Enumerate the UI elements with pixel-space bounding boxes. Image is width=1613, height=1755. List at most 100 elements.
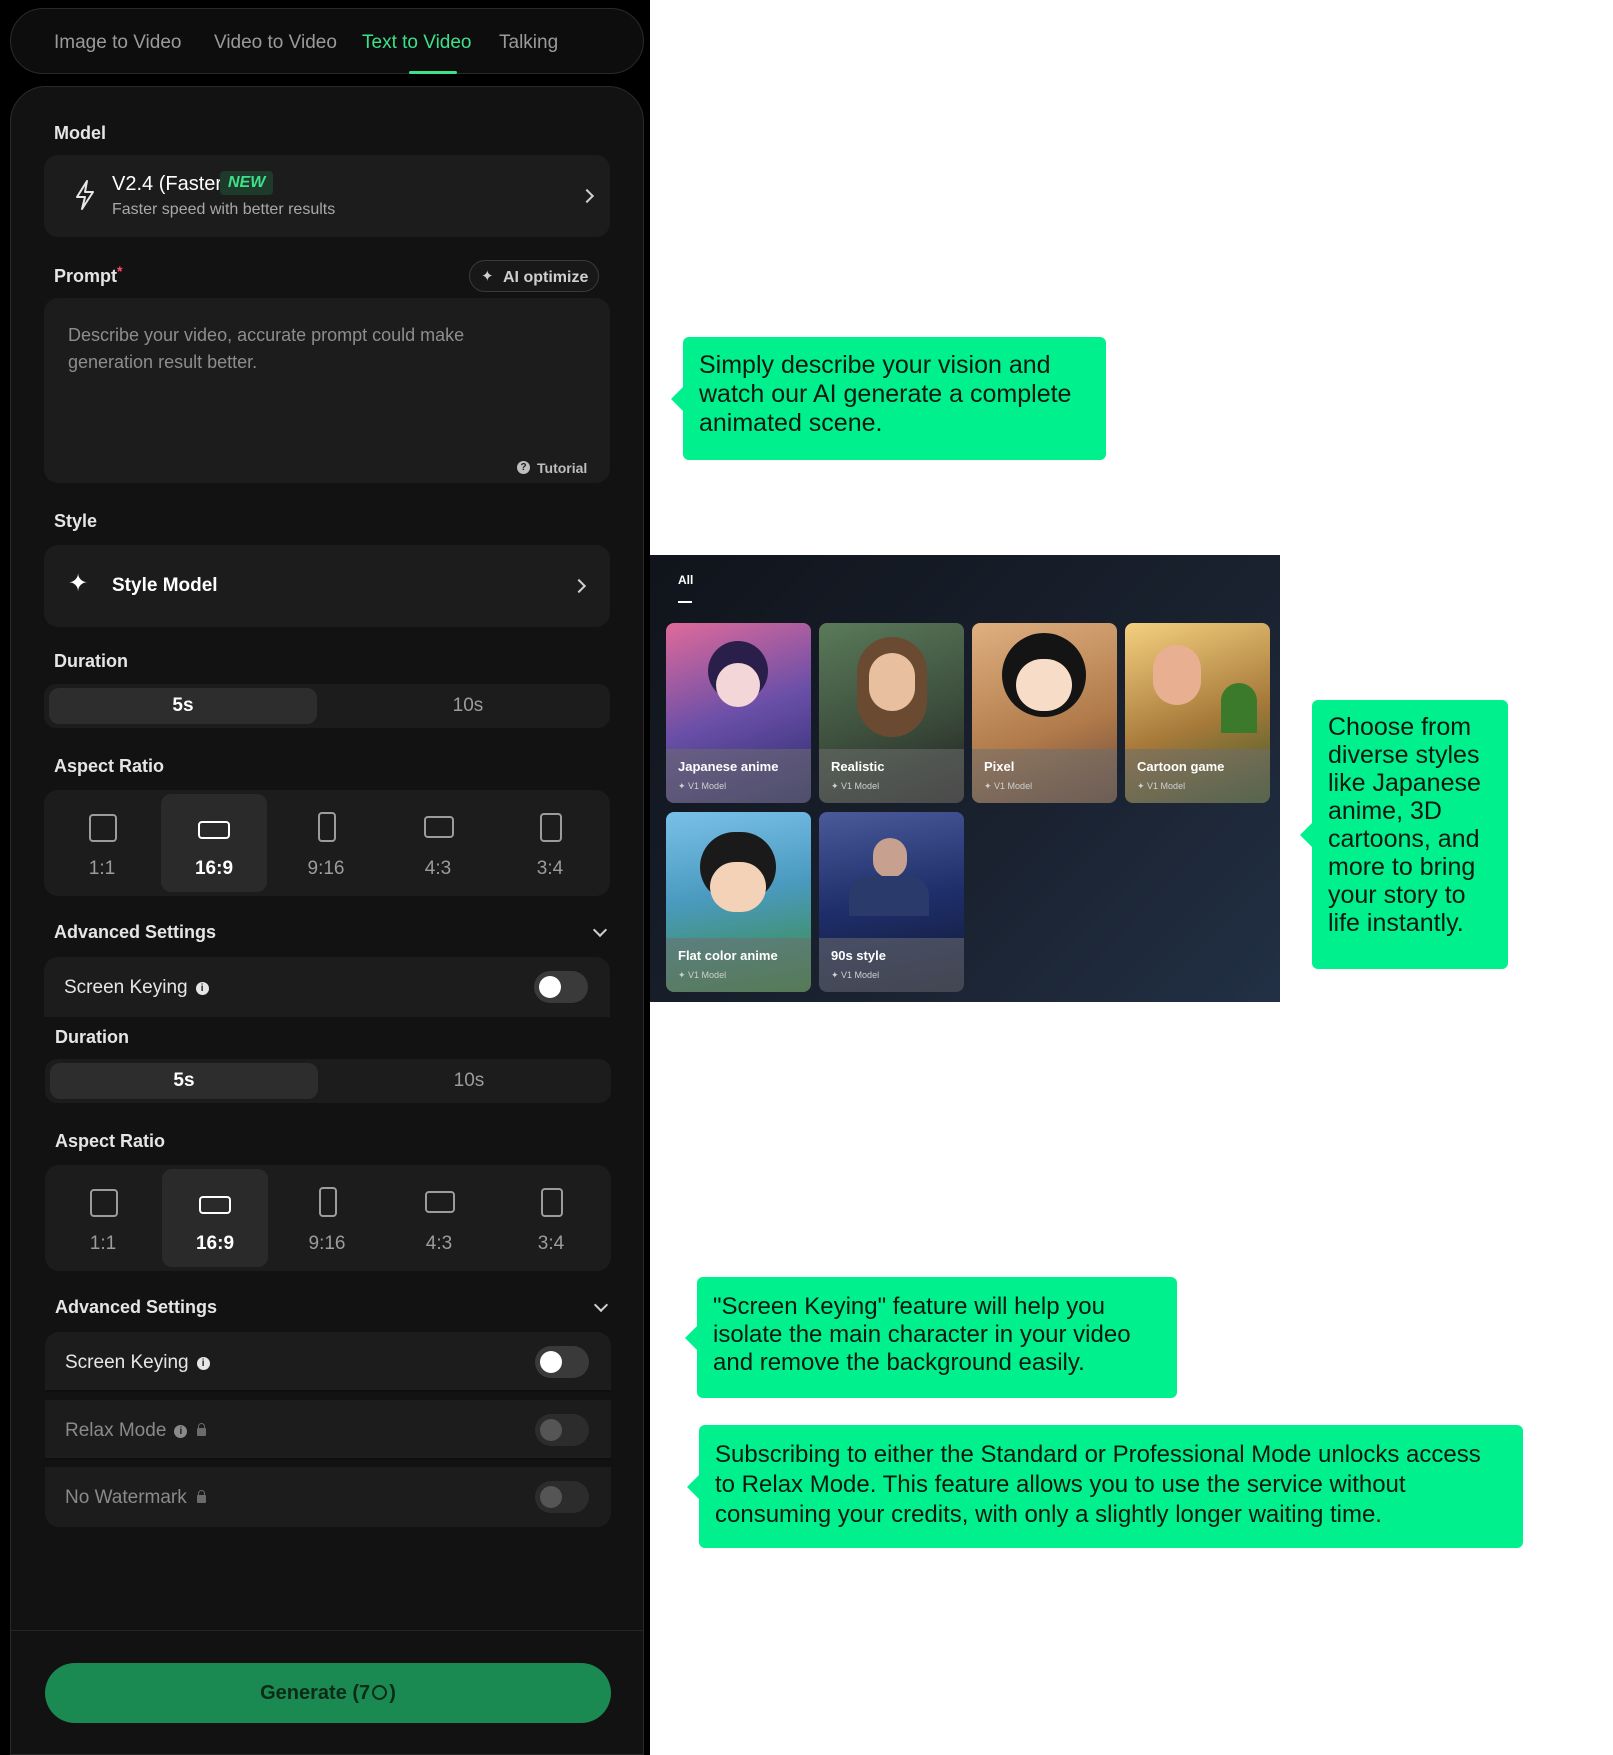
screen-keying-label: Screen Keying i <box>64 977 209 999</box>
settings-card: Model V2.4 (Faster) NEW Faster speed wit… <box>10 86 644 1755</box>
prompt-placeholder: Describe your video, accurate prompt cou… <box>68 325 465 372</box>
model-label: Model <box>54 123 106 143</box>
callout-styles: Choose from diverse styles like Japanese… <box>1300 700 1508 969</box>
screen-keying-toggle[interactable] <box>534 971 588 1003</box>
style-name: Flat color anime <box>678 948 778 963</box>
info-icon: i <box>196 1357 210 1370</box>
divider <box>11 1630 643 1631</box>
style-name: Realistic <box>831 759 885 774</box>
relax-mode-row: Relax Mode i <box>45 1400 611 1460</box>
model-tag: ✦ V1 Model <box>984 781 1033 791</box>
duration-selector: 5s 10s <box>45 1059 611 1103</box>
aspect-1-1[interactable]: 1:1 <box>49 794 155 892</box>
duration-10s[interactable]: 10s <box>334 688 602 724</box>
aspect-3-4[interactable]: 3:4 <box>498 1169 604 1267</box>
aspect-9-16[interactable]: 9:16 <box>274 1169 380 1267</box>
aspect-9-16[interactable]: 9:16 <box>273 794 379 892</box>
style-tile[interactable]: Realistic ✦ V1 Model <box>819 623 964 803</box>
callout-prompt: Simply describe your vision and watch ou… <box>671 337 1106 460</box>
screen-keying-toggle[interactable] <box>535 1346 589 1378</box>
style-name: Japanese anime <box>678 759 779 774</box>
model-tag: ✦ V1 Model <box>678 970 727 980</box>
style-tile[interactable]: 90s style ✦ V1 Model <box>819 812 964 992</box>
aspect-ratio-label: Aspect Ratio <box>55 1131 166 1151</box>
style-name: 90s style <box>831 948 886 963</box>
model-name: V2.4 (Faster) <box>112 173 229 195</box>
advanced-settings-label: Advanced Settings <box>54 922 217 942</box>
info-icon: i <box>195 982 209 995</box>
style-value: Style Model <box>112 575 218 596</box>
relax-mode-label: Relax Mode i <box>65 1420 207 1442</box>
ai-optimize-label: AI optimize <box>503 269 589 286</box>
ai-optimize-button[interactable]: ✦ AI optimize <box>469 260 599 292</box>
mode-tabs: Image to Video Video to Video Text to Vi… <box>10 8 644 74</box>
gallery-tab-all[interactable]: All <box>678 573 693 587</box>
model-description: Faster speed with better results <box>112 201 336 218</box>
tab-talking[interactable]: Talking <box>499 32 558 54</box>
duration-5s[interactable]: 5s <box>49 688 317 724</box>
lock-icon <box>197 1423 207 1436</box>
duration-10s[interactable]: 10s <box>335 1063 603 1099</box>
model-selector[interactable]: V2.4 (Faster) NEW Faster speed with bett… <box>44 155 610 237</box>
prompt-input[interactable]: Describe your video, accurate prompt cou… <box>44 298 610 483</box>
no-watermark-toggle[interactable] <box>535 1481 589 1513</box>
aspect-16-9[interactable]: 16:9 <box>162 1169 268 1267</box>
style-name: Pixel <box>984 759 1015 774</box>
tutorial-link[interactable]: Tutorial <box>537 460 587 476</box>
new-badge: NEW <box>220 171 274 195</box>
screen-keying-label: Screen Keying i <box>65 1352 210 1374</box>
style-selector[interactable]: ✦ Style Model <box>44 545 610 627</box>
aspect-1-1[interactable]: 1:1 <box>50 1169 156 1267</box>
generator-panel: Image to Video Video to Video Text to Vi… <box>0 0 650 1755</box>
style-tile[interactable]: Pixel ✦ V1 Model <box>972 623 1117 803</box>
lock-icon <box>196 1490 206 1503</box>
style-tile[interactable]: Japanese anime ✦ V1 Model <box>666 623 811 803</box>
aspect-16-9[interactable]: 16:9 <box>161 794 267 892</box>
aspect-ratio-label: Aspect Ratio <box>54 756 165 776</box>
model-tag: ✦ V1 Model <box>831 970 880 980</box>
style-tile[interactable]: Cartoon game ✦ V1 Model <box>1125 623 1270 803</box>
callout-relax: Subscribing to either the Standard or Pr… <box>687 1425 1523 1548</box>
aspect-4-3[interactable]: 4:3 <box>385 794 491 892</box>
relax-mode-toggle[interactable] <box>535 1414 589 1446</box>
sparkle-icon: ✦ <box>68 570 89 597</box>
duration-label: Duration <box>55 1027 129 1047</box>
tab-video-to-video[interactable]: Video to Video <box>214 32 337 54</box>
model-tag: ✦ V1 Model <box>831 781 880 791</box>
help-icon: ? <box>517 461 530 474</box>
aspect-3-4[interactable]: 3:4 <box>497 794 603 892</box>
credit-icon <box>372 1685 388 1700</box>
lightning-icon <box>76 180 94 210</box>
generate-button[interactable]: Generate (7) <box>45 1663 611 1723</box>
chevron-down-icon[interactable] <box>592 922 608 938</box>
no-watermark-label: No Watermark <box>65 1487 206 1509</box>
style-tile[interactable]: Flat color anime ✦ V1 Model <box>666 812 811 992</box>
active-tab-indicator <box>409 71 457 74</box>
duration-label: Duration <box>54 651 128 671</box>
aspect-4-3[interactable]: 4:3 <box>386 1169 492 1267</box>
gallery-tab-indicator <box>678 601 692 603</box>
style-label: Style <box>54 511 98 531</box>
model-tag: ✦ V1 Model <box>678 781 727 791</box>
style-name: Cartoon game <box>1137 759 1225 774</box>
page: Image to Video Video to Video Text to Vi… <box>0 0 1613 1755</box>
duration-selector: 5s 10s <box>44 684 610 728</box>
screen-keying-row: Screen Keying i <box>45 1332 611 1392</box>
tab-text-to-video[interactable]: Text to Video <box>362 32 472 54</box>
chevron-right-icon <box>579 188 595 204</box>
aspect-ratio-selector: 1:1 16:9 9:16 4:3 3:4 <box>45 1165 611 1271</box>
no-watermark-row: No Watermark <box>45 1467 611 1527</box>
prompt-label: Prompt* <box>54 263 123 286</box>
style-gallery: All Japanese anime ✦ V1 Model Realistic ✦ … <box>650 555 1280 1002</box>
advanced-settings-label: Advanced Settings <box>55 1297 218 1317</box>
model-tag: ✦ V1 Model <box>1137 781 1186 791</box>
chevron-down-icon[interactable] <box>593 1297 609 1313</box>
sparkle-icon: ✦ <box>481 268 494 285</box>
chevron-right-icon <box>571 578 587 594</box>
duration-5s[interactable]: 5s <box>50 1063 318 1099</box>
screen-keying-row: Screen Keying i <box>44 957 610 1017</box>
tab-image-to-video[interactable]: Image to Video <box>54 32 181 54</box>
info-icon: i <box>174 1425 188 1438</box>
aspect-ratio-selector: 1:1 16:9 9:16 4:3 3:4 <box>44 790 610 896</box>
callout-keying: "Screen Keying" feature will help you is… <box>685 1277 1177 1398</box>
